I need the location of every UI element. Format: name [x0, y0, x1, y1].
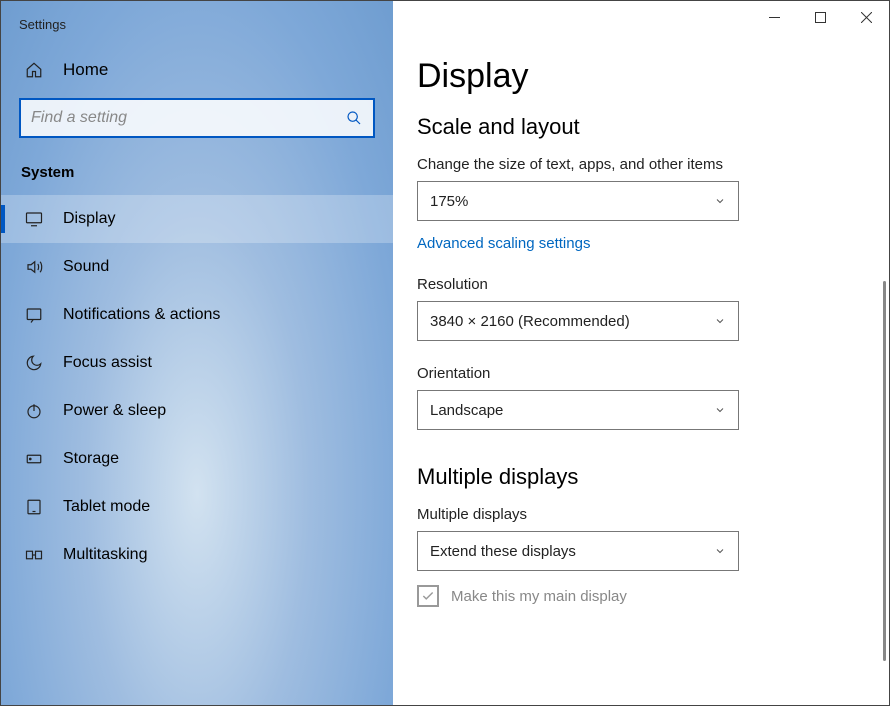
close-button[interactable]	[843, 2, 889, 32]
chevron-down-icon	[714, 545, 726, 557]
content-pane: Display Scale and layout Change the size…	[393, 1, 889, 705]
search-input-wrap[interactable]	[19, 98, 375, 138]
sidebar-item-label: Focus assist	[63, 354, 152, 372]
text-size-select[interactable]: 175%	[417, 181, 739, 221]
resolution-value: 3840 × 2160 (Recommended)	[430, 313, 630, 330]
multi-mode-value: Extend these displays	[430, 543, 576, 560]
orientation-value: Landscape	[430, 402, 503, 419]
resolution-select[interactable]: 3840 × 2160 (Recommended)	[417, 301, 739, 341]
sidebar-item-label: Storage	[63, 450, 119, 468]
multitasking-icon	[25, 546, 43, 564]
sidebar-item-focus-assist[interactable]: Focus assist	[1, 339, 393, 387]
sidebar-item-notifications[interactable]: Notifications & actions	[1, 291, 393, 339]
display-icon	[25, 210, 43, 228]
sound-icon	[25, 258, 43, 276]
section-multi-heading: Multiple displays	[417, 464, 853, 490]
minimize-button[interactable]	[751, 2, 797, 32]
settings-app: Settings Home System	[1, 1, 889, 705]
resolution-label: Resolution	[417, 276, 853, 293]
notifications-icon	[25, 306, 43, 324]
maximize-button[interactable]	[797, 2, 843, 32]
multi-mode-label: Multiple displays	[417, 506, 853, 523]
storage-icon	[25, 450, 43, 468]
sidebar-item-tablet-mode[interactable]: Tablet mode	[1, 483, 393, 531]
chevron-down-icon	[714, 315, 726, 327]
page-title: Display	[417, 57, 853, 96]
multi-mode-select[interactable]: Extend these displays	[417, 531, 739, 571]
sidebar-item-multitasking[interactable]: Multitasking	[1, 531, 393, 579]
tablet-icon	[25, 498, 43, 516]
sidebar-item-label: Notifications & actions	[63, 306, 220, 324]
sidebar-search	[19, 98, 375, 138]
sidebar-item-label: Sound	[63, 258, 109, 276]
search-input[interactable]	[31, 109, 345, 127]
search-icon	[345, 109, 363, 127]
home-icon	[25, 61, 43, 79]
main-display-checkbox: Make this my main display	[417, 585, 853, 607]
window-title: Settings	[1, 9, 393, 50]
sidebar-item-storage[interactable]: Storage	[1, 435, 393, 483]
section-scale-heading: Scale and layout	[417, 114, 853, 140]
sidebar-home[interactable]: Home	[1, 50, 393, 98]
chevron-down-icon	[714, 404, 726, 416]
advanced-scaling-link[interactable]: Advanced scaling settings	[417, 235, 853, 252]
sidebar-item-label: Tablet mode	[63, 498, 150, 516]
sidebar-item-power[interactable]: Power & sleep	[1, 387, 393, 435]
window-controls	[393, 1, 889, 33]
sidebar-item-label: Multitasking	[63, 546, 147, 564]
sidebar-item-sound[interactable]: Sound	[1, 243, 393, 291]
page: Display Scale and layout Change the size…	[393, 33, 889, 705]
checkbox-icon	[417, 585, 439, 607]
sidebar-item-label: Power & sleep	[63, 402, 166, 420]
text-size-value: 175%	[430, 193, 468, 210]
sidebar-nav: Display Sound Notifications & actions Fo…	[1, 195, 393, 579]
sidebar-item-label: Display	[63, 210, 115, 228]
sidebar-item-display[interactable]: Display	[1, 195, 393, 243]
moon-icon	[25, 354, 43, 372]
sidebar-section-label: System	[1, 156, 393, 195]
orientation-label: Orientation	[417, 365, 853, 382]
orientation-select[interactable]: Landscape	[417, 390, 739, 430]
sidebar: Settings Home System	[1, 1, 393, 705]
chevron-down-icon	[714, 195, 726, 207]
sidebar-home-label: Home	[63, 60, 108, 80]
text-size-label: Change the size of text, apps, and other…	[417, 156, 853, 173]
scrollbar[interactable]	[883, 281, 886, 661]
main-display-label: Make this my main display	[451, 588, 627, 605]
power-icon	[25, 402, 43, 420]
